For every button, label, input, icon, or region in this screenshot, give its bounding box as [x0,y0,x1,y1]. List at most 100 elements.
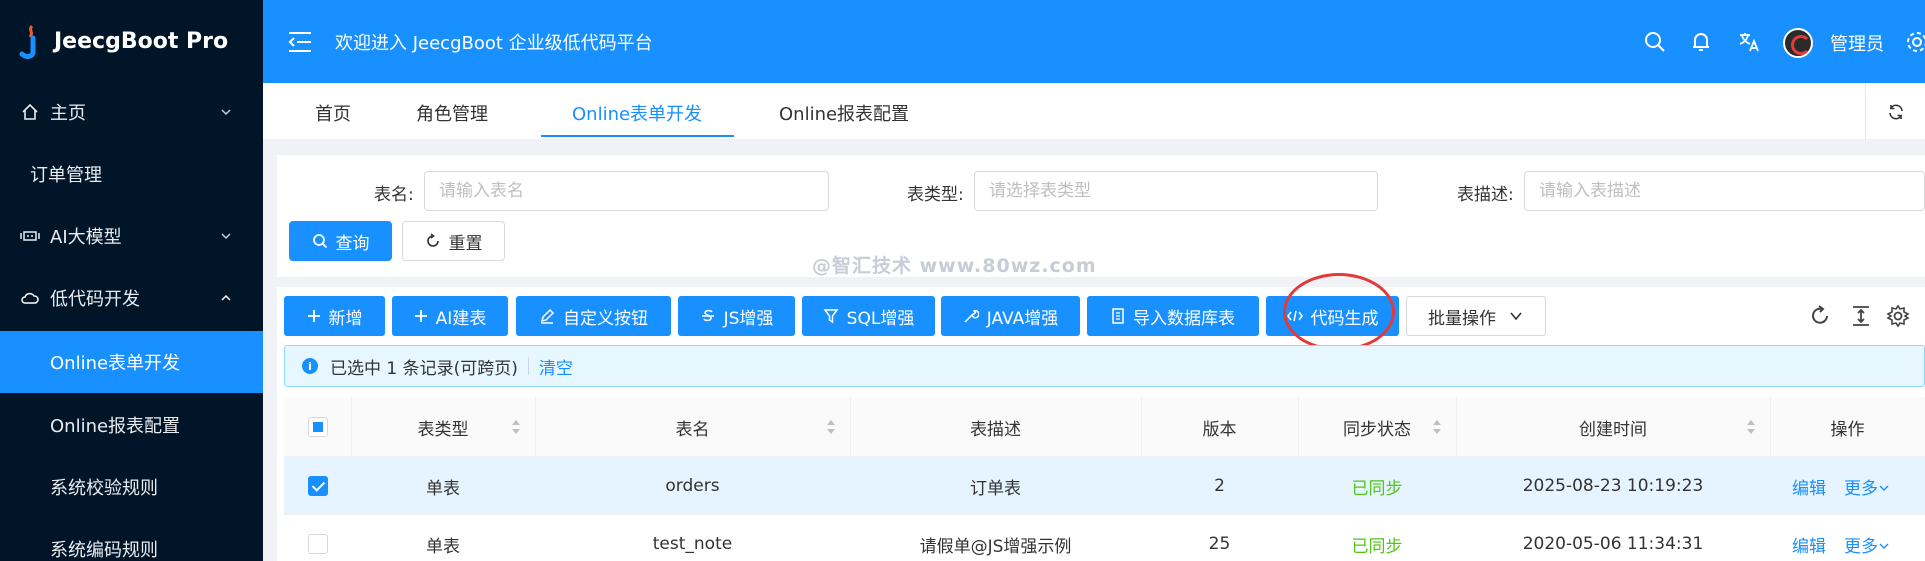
menu-fold-icon[interactable] [287,30,313,54]
column-header-table-name[interactable]: 表名 [535,397,850,457]
query-button[interactable]: 查询 [289,221,392,261]
table-row[interactable]: 单表 orders 订单表 2 已同步 2025-08-23 10:19:23 … [284,457,1925,515]
pen-icon [540,308,555,324]
table-settings-gear-icon[interactable] [1886,304,1910,328]
plus-icon [307,310,320,322]
jeecg-logo-icon [18,24,40,60]
cell-version: 2 [1214,476,1225,496]
sidebar-item-code-rules[interactable]: 系统编码规则 [0,518,263,561]
sidebar: JeecgBoot Pro 主页 订单管理 AI大模型 低代码开发 Online… [0,0,263,561]
tab-online-form[interactable]: Online表单开发 [572,100,702,126]
sidebar-item-validation-rules[interactable]: 系统校验规则 [0,456,263,518]
import-db-table-button[interactable]: 导入数据库表 [1087,296,1259,336]
cell-table-name: test_note [652,534,733,554]
query-button-label: 查询 [335,233,370,254]
sidebar-item-label: 主页 [50,103,86,124]
search-icon[interactable] [1643,30,1667,54]
active-tab-indicator [541,135,734,137]
chevron-up-icon [217,289,235,307]
sort-icon[interactable] [511,419,521,435]
more-dropdown[interactable]: 更多 [1844,474,1890,499]
custom-button-button[interactable]: 自定义按钮 [516,296,671,336]
code-icon [1286,310,1303,322]
column-header-created-time[interactable]: 创建时间 [1456,397,1770,457]
document-icon [1112,308,1124,324]
page-tabs: 首页 角色管理 Online表单开发 Online报表配置 [263,83,1925,140]
sidebar-item-orders[interactable]: 订单管理 [0,143,263,205]
home-icon [20,102,40,122]
bell-icon[interactable] [1689,30,1713,54]
ai-create-table-button[interactable]: AI建表 [392,296,508,336]
reload-table-icon[interactable] [1809,304,1833,328]
add-button-label: 新增 [328,308,363,329]
cell-table-type: 单表 [426,536,460,557]
selection-count-text: 已选中 1 条记录(可跨页) [330,358,518,379]
edit-link[interactable]: 编辑 [1792,474,1826,499]
table-type-label: 表类型: [907,185,964,205]
table-desc-label: 表描述: [1457,185,1514,205]
translate-icon[interactable] [1737,30,1761,54]
select-all-checkbox[interactable] [308,417,328,437]
reset-button-label: 重置 [448,233,483,254]
column-header-table-type[interactable]: 表类型 [351,397,535,457]
sort-icon[interactable] [1746,419,1756,435]
reset-button[interactable]: 重置 [402,221,505,261]
table-row[interactable]: 单表 test_note 请假单@JS增强示例 25 已同步 2020-05-0… [284,515,1925,561]
more-label: 更多 [1844,536,1878,557]
reset-icon [426,233,439,247]
edit-link[interactable]: 编辑 [1792,532,1826,557]
row-checkbox[interactable] [308,476,328,496]
column-header-actions: 操作 [1830,419,1865,440]
gear-icon[interactable] [1905,30,1925,54]
tab-online-report[interactable]: Online报表配置 [779,100,909,126]
username[interactable]: 管理员 [1830,30,1884,56]
table-type-select[interactable] [974,171,1378,211]
table-name-label: 表名: [374,185,414,205]
cell-actions: 编辑 更多 [1792,515,1925,561]
js-enhance-button[interactable]: JS增强 [678,296,795,336]
sidebar-item-online-report[interactable]: Online报表配置 [0,394,263,456]
code-generate-button[interactable]: 代码生成 [1266,296,1399,336]
app-name: JeecgBoot Pro [54,29,229,54]
chevron-down-icon [217,103,235,121]
code-generate-label: 代码生成 [1310,308,1379,329]
column-height-icon[interactable] [1849,304,1873,328]
cell-sync-status: 已同步 [1351,478,1403,499]
batch-actions-dropdown[interactable]: 批量操作 [1406,296,1546,336]
tab-home[interactable]: 首页 [315,100,351,126]
sidebar-item-online-form[interactable]: Online表单开发 [0,331,263,393]
cell-table-name: orders [665,476,720,496]
add-button[interactable]: 新增 [284,296,385,336]
java-enhance-button[interactable]: JAVA增强 [941,296,1080,336]
sql-enhance-button[interactable]: SQL增强 [802,296,935,336]
avatar[interactable] [1783,28,1813,58]
ai-model-icon [20,226,40,246]
chevron-down-icon [217,227,235,245]
cell-sync-status: 已同步 [1351,536,1403,557]
plus-icon [414,310,427,322]
sort-icon[interactable] [826,419,836,435]
sidebar-item-home[interactable]: 主页 [0,81,263,143]
table-desc-input[interactable] [1524,171,1925,211]
app-logo[interactable]: JeecgBoot Pro [0,0,263,83]
more-dropdown[interactable]: 更多 [1844,532,1890,557]
clear-selection-link[interactable]: 清空 [539,354,573,379]
tool-icon [964,309,979,323]
batch-actions-label: 批量操作 [1428,308,1496,329]
import-db-table-label: 导入数据库表 [1133,308,1235,329]
sql-enhance-label: SQL增强 [846,308,915,329]
row-checkbox[interactable] [308,534,328,554]
column-header-version: 版本 [1202,419,1237,440]
sidebar-item-ai-model[interactable]: AI大模型 [0,205,263,267]
table-name-input[interactable] [424,171,829,211]
sort-icon[interactable] [1432,419,1442,435]
java-enhance-label: JAVA增强 [986,308,1059,329]
sidebar-item-lowcode[interactable]: 低代码开发 [0,267,263,329]
tab-role-management[interactable]: 角色管理 [416,100,488,126]
sidebar-item-label: 系统编码规则 [50,540,158,561]
chevron-down-icon [1879,485,1889,491]
refresh-tab-icon[interactable] [1865,83,1925,140]
filter-icon [823,309,839,324]
sidebar-item-label: 低代码开发 [50,289,140,310]
top-header: 欢迎进入 JeecgBoot 企业级低代码平台 管理员 [263,0,1925,83]
